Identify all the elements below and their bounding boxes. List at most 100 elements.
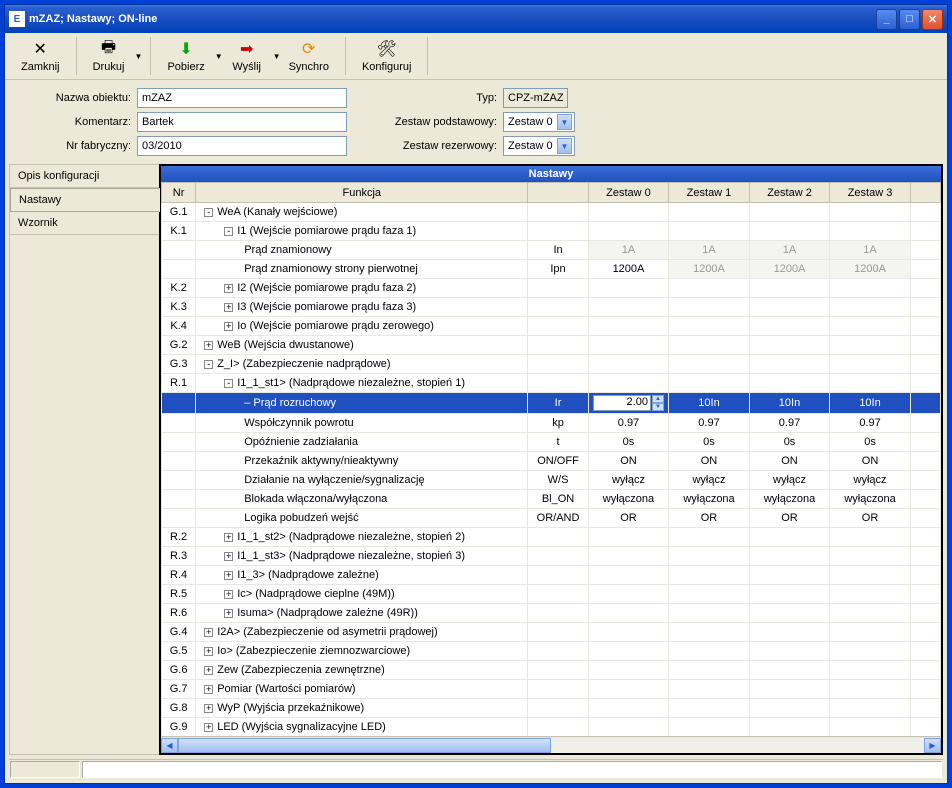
row-value-z0[interactable]: 1A — [588, 241, 669, 260]
col-nr[interactable]: Nr — [162, 183, 196, 203]
table-row[interactable]: G.9+LED (Wyjścia sygnalizacyjne LED) — [162, 718, 941, 737]
row-value-z2[interactable]: wyłącz — [749, 471, 830, 490]
send-dropdown[interactable]: ▼ — [273, 52, 281, 61]
collapse-icon[interactable]: - — [224, 227, 233, 236]
col-func[interactable]: Funkcja — [196, 183, 528, 203]
table-row[interactable]: K.4+Io (Wejście pomiarowe prądu zerowego… — [162, 317, 941, 336]
config-tool[interactable]: 🛠 Konfiguruj — [354, 37, 420, 75]
row-value-z1[interactable]: 0.97 — [669, 414, 750, 433]
row-value-z0[interactable]: ON — [588, 452, 669, 471]
table-row[interactable]: Opóźnienie zadziałaniat0s0s0s0s — [162, 433, 941, 452]
row-value-z3[interactable]: ON — [830, 452, 911, 471]
table-row[interactable]: G.5+Io> (Zabezpieczenie ziemnozwarciowe) — [162, 642, 941, 661]
table-row[interactable]: Przekaźnik aktywny/nieaktywnyON/OFFONONO… — [162, 452, 941, 471]
expand-icon[interactable]: + — [204, 666, 213, 675]
row-value-z1[interactable]: 1A — [669, 241, 750, 260]
table-row[interactable]: Logika pobudzeń wejśćOR/ANDOROROROR — [162, 509, 941, 528]
row-value-z3[interactable]: OR — [830, 509, 911, 528]
sidebar-item-settings[interactable]: Nastawy — [10, 188, 160, 212]
serial-input[interactable] — [137, 136, 347, 156]
print-tool[interactable]: 🖶 Drukuj — [85, 37, 133, 75]
row-value-z3[interactable]: 10In — [830, 393, 911, 414]
row-value-z2[interactable]: OR — [749, 509, 830, 528]
row-value-z3[interactable]: 1A — [830, 241, 911, 260]
close-button[interactable]: ✕ — [922, 9, 943, 30]
set-res-select[interactable]: Zestaw 0 ▼ — [503, 136, 575, 156]
expand-icon[interactable]: + — [204, 704, 213, 713]
table-row[interactable]: K.3+I3 (Wejście pomiarowe prądu faza 3) — [162, 298, 941, 317]
row-value-z1[interactable]: wyłącz — [669, 471, 750, 490]
expand-icon[interactable]: + — [224, 303, 233, 312]
row-value-z0[interactable]: 0.97 — [588, 414, 669, 433]
collapse-icon[interactable]: - — [204, 360, 213, 369]
download-dropdown[interactable]: ▼ — [215, 52, 223, 61]
table-row[interactable]: G.6+Zew (Zabezpieczenia zewnętrzne) — [162, 661, 941, 680]
table-row[interactable]: – Prąd rozruchowyIr2.00▲▼10In10In10In — [162, 393, 941, 414]
row-value-z1[interactable]: ON — [669, 452, 750, 471]
row-value-z0[interactable]: 0s — [588, 433, 669, 452]
row-value-z1[interactable]: 0s — [669, 433, 750, 452]
col-z2[interactable]: Zestaw 2 — [749, 183, 830, 203]
value-edit-input[interactable]: 2.00 — [593, 395, 651, 411]
row-value-z0[interactable]: 1200A — [588, 260, 669, 279]
row-value-z1[interactable]: 10In — [669, 393, 750, 414]
expand-icon[interactable]: + — [204, 685, 213, 694]
spin-up[interactable]: ▲ — [652, 395, 664, 403]
titlebar[interactable]: E mZAZ; Nastawy; ON-line _ □ ✕ — [5, 5, 947, 33]
row-value-z2[interactable]: wyłączona — [749, 490, 830, 509]
spin-down[interactable]: ▼ — [652, 403, 664, 411]
expand-icon[interactable]: + — [204, 647, 213, 656]
object-name-input[interactable] — [137, 88, 347, 108]
sync-tool[interactable]: ⟳ Synchro — [281, 37, 337, 75]
row-value-z0[interactable]: OR — [588, 509, 669, 528]
col-z1[interactable]: Zestaw 1 — [669, 183, 750, 203]
row-value-z1[interactable]: 1200A — [669, 260, 750, 279]
table-row[interactable]: Współczynnik powrotukp0.970.970.970.97 — [162, 414, 941, 433]
expand-icon[interactable]: + — [224, 552, 233, 561]
row-value-z3[interactable]: 0.97 — [830, 414, 911, 433]
minimize-button[interactable]: _ — [876, 9, 897, 30]
table-row[interactable]: K.1-I1 (Wejście pomiarowe prądu faza 1) — [162, 222, 941, 241]
table-row[interactable]: G.8+WyP (Wyjścia przekaźnikowe) — [162, 699, 941, 718]
expand-icon[interactable]: + — [224, 590, 233, 599]
table-row[interactable]: G.4+I2A> (Zabezpieczenie od asymetrii pr… — [162, 623, 941, 642]
set-main-select[interactable]: Zestaw 0 ▼ — [503, 112, 575, 132]
maximize-button[interactable]: □ — [899, 9, 920, 30]
print-dropdown[interactable]: ▼ — [135, 52, 143, 61]
expand-icon[interactable]: + — [224, 322, 233, 331]
row-value-z3[interactable]: wyłączona — [830, 490, 911, 509]
horizontal-scrollbar[interactable]: ◀ ▶ — [161, 736, 941, 753]
table-row[interactable]: G.3-Z_I> (Zabezpieczenie nadprądowe) — [162, 355, 941, 374]
table-row[interactable]: R.1-I1_1_st1> (Nadprądowe niezależne, st… — [162, 374, 941, 393]
table-row[interactable]: R.4+I1_3> (Nadprądowe zależne) — [162, 566, 941, 585]
sidebar-item-template[interactable]: Wzornik — [10, 212, 159, 235]
send-tool[interactable]: ➡ Wyślij — [223, 37, 271, 75]
table-row[interactable]: G.1-WeA (Kanały wejściowe) — [162, 203, 941, 222]
col-z3[interactable]: Zestaw 3 — [830, 183, 911, 203]
row-value-z2[interactable]: 1200A — [749, 260, 830, 279]
scroll-left-button[interactable]: ◀ — [161, 738, 178, 753]
row-value-z1[interactable]: OR — [669, 509, 750, 528]
collapse-icon[interactable]: - — [224, 379, 233, 388]
row-value-z3[interactable]: 1200A — [830, 260, 911, 279]
table-row[interactable]: R.5+Ic> (Nadprądowe cieplne (49M)) — [162, 585, 941, 604]
expand-icon[interactable]: + — [224, 609, 233, 618]
table-row[interactable]: R.2+I1_1_st2> (Nadprądowe niezależne, st… — [162, 528, 941, 547]
table-row[interactable]: Działanie na wyłączenie/sygnalizacjęW/Sw… — [162, 471, 941, 490]
collapse-icon[interactable]: - — [204, 208, 213, 217]
row-value-z0[interactable]: wyłącz — [588, 471, 669, 490]
scroll-right-button[interactable]: ▶ — [924, 738, 941, 753]
row-value-z0[interactable]: 2.00▲▼ — [588, 393, 669, 414]
table-row[interactable]: Prąd znamionowyIn1A1A1A1A — [162, 241, 941, 260]
row-value-z3[interactable]: 0s — [830, 433, 911, 452]
table-row[interactable]: G.2+WeB (Wejścia dwustanowe) — [162, 336, 941, 355]
scroll-track[interactable] — [178, 738, 924, 753]
grid-scroll[interactable]: Nr Funkcja Zestaw 0 Zestaw 1 Zestaw 2 Ze… — [161, 182, 941, 736]
row-value-z1[interactable]: wyłączona — [669, 490, 750, 509]
row-value-z0[interactable]: wyłączona — [588, 490, 669, 509]
expand-icon[interactable]: + — [204, 341, 213, 350]
table-row[interactable]: Blokada włączona/wyłączonaBl_ONwyłączona… — [162, 490, 941, 509]
sidebar-item-config[interactable]: Opis konfiguracji — [10, 165, 159, 188]
row-value-z2[interactable]: 0.97 — [749, 414, 830, 433]
table-row[interactable]: R.6+Isuma> (Nadprądowe zależne (49R)) — [162, 604, 941, 623]
